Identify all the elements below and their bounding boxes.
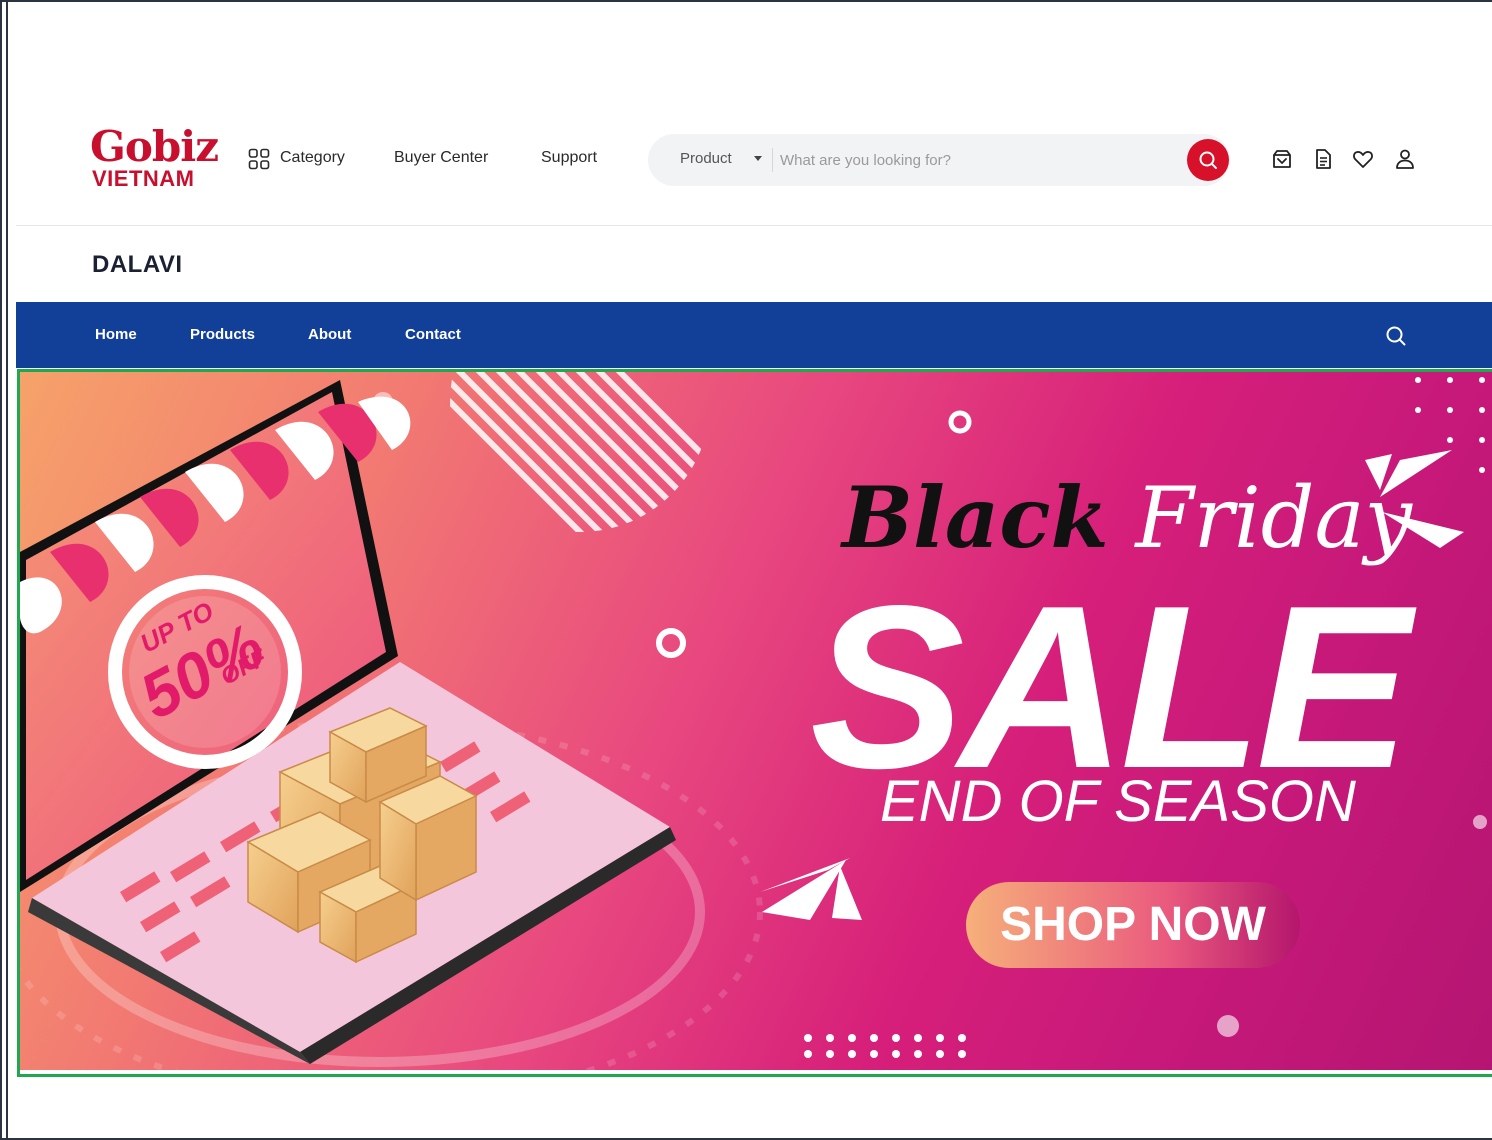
logo-subtitle: VIETNAM: [92, 166, 195, 191]
shop-search-icon[interactable]: [1384, 324, 1408, 348]
banner-script-title: Black Friday: [842, 468, 1412, 567]
search-icon: [1199, 151, 1217, 169]
search-divider: [772, 148, 773, 172]
shop-name[interactable]: DALAVI: [92, 252, 183, 278]
document-icon[interactable]: [1310, 146, 1336, 172]
site-logo[interactable]: Gobiz VIETNAM: [90, 124, 219, 191]
shop-now-button[interactable]: SHOP NOW: [966, 882, 1300, 968]
promo-banner[interactable]: UP TO 50% OFF Black Friday SALE END OF S…: [20, 372, 1492, 1070]
site-header: Gobiz VIETNAM Category Buyer Center Supp…: [16, 110, 1492, 226]
window-border: [6, 0, 8, 1140]
logo-wordmark: Gobiz: [90, 122, 219, 171]
search-bar: Product: [648, 134, 1230, 186]
chevron-down-icon[interactable]: [754, 156, 762, 161]
shop-nav-products[interactable]: Products: [190, 326, 255, 344]
search-category-select[interactable]: Product: [680, 150, 732, 167]
banner-subline: END OF SEASON: [880, 769, 1356, 834]
download-box-icon[interactable]: [1269, 146, 1295, 172]
banner-script-white: Friday: [1135, 469, 1412, 567]
user-icon[interactable]: [1392, 146, 1418, 172]
grid-icon[interactable]: [248, 148, 270, 170]
banner-script-black: Black: [842, 468, 1109, 567]
shop-nav-home[interactable]: Home: [95, 326, 137, 344]
shop-nav-contact[interactable]: Contact: [405, 326, 461, 344]
nav-support[interactable]: Support: [541, 148, 597, 168]
shop-nav-about[interactable]: About: [308, 326, 351, 344]
search-button[interactable]: [1187, 139, 1229, 181]
heart-icon[interactable]: [1350, 146, 1376, 172]
nav-buyer-center[interactable]: Buyer Center: [394, 148, 488, 168]
shop-navbar: Home Products About Contact: [16, 302, 1492, 368]
search-input[interactable]: [778, 144, 1178, 176]
nav-category[interactable]: Category: [280, 148, 345, 168]
